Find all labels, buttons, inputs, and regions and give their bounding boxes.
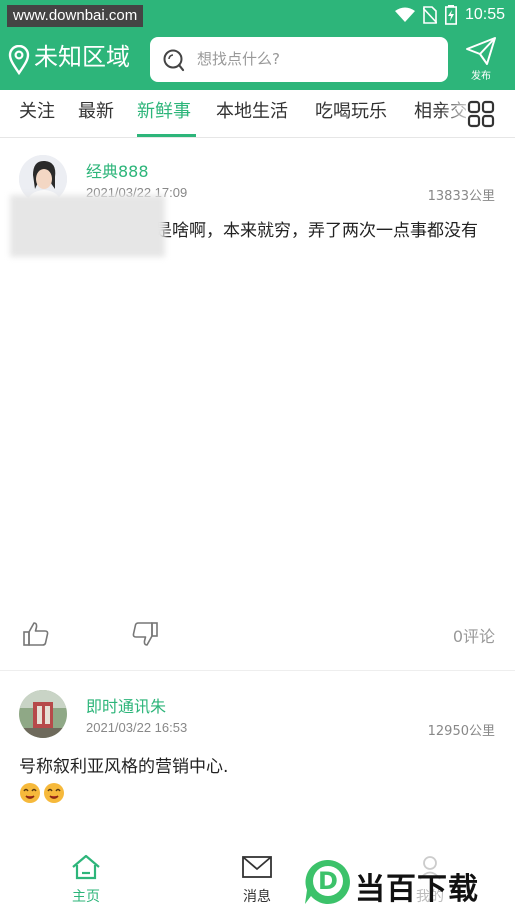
comments-count[interactable]: 0评论 bbox=[453, 623, 495, 647]
avatar[interactable] bbox=[19, 690, 67, 738]
nav-messages[interactable]: 消息 bbox=[227, 854, 287, 906]
emoji-row bbox=[19, 782, 65, 804]
brand-logo-icon: D bbox=[305, 859, 350, 904]
status-bar: www.downbai.com 10:55 bbox=[0, 0, 515, 30]
thumbs-down-icon[interactable] bbox=[131, 620, 159, 648]
location-pin-icon[interactable] bbox=[8, 45, 30, 75]
emoji-icon bbox=[20, 783, 40, 803]
no-sim-icon bbox=[422, 6, 437, 24]
brand-watermark: D 当百下载 bbox=[303, 858, 508, 908]
wifi-icon bbox=[394, 7, 415, 22]
grid-menu-icon[interactable] bbox=[466, 99, 496, 129]
emoji-icon bbox=[44, 783, 64, 803]
publish-label: 发布 bbox=[471, 71, 491, 82]
tab-latest[interactable]: 最新 bbox=[78, 99, 114, 125]
thumbs-up-icon[interactable] bbox=[22, 620, 50, 648]
blurred-overlay bbox=[10, 195, 165, 257]
nav-home[interactable]: 主页 bbox=[56, 854, 116, 906]
post-distance: 12950公里 bbox=[427, 724, 495, 739]
home-icon bbox=[72, 854, 100, 880]
search-icon bbox=[163, 49, 185, 72]
post-content[interactable]: 号称叙利亚风格的营销中心. bbox=[19, 752, 499, 782]
category-tabs: 关注 最新 新鲜事 本地生活 吃喝玩乐 相亲交友 bbox=[0, 90, 515, 138]
location-label[interactable]: 未知区域 bbox=[34, 40, 130, 74]
post-distance: 13833公里 bbox=[427, 189, 495, 204]
search-input[interactable]: 想找点什么? bbox=[150, 37, 448, 82]
mail-icon bbox=[242, 856, 272, 878]
watermark-url: www.downbai.com bbox=[7, 5, 144, 27]
tab-local-life[interactable]: 本地生活 bbox=[216, 99, 288, 125]
nav-home-label: 主页 bbox=[72, 889, 100, 905]
post-divider bbox=[0, 670, 515, 671]
post-username[interactable]: 即时通讯朱 bbox=[86, 693, 166, 717]
post-username[interactable]: 经典888 bbox=[86, 158, 149, 182]
post-time: 2021/03/22 16:53 bbox=[86, 720, 188, 735]
publish-button[interactable]: 发布 bbox=[456, 34, 506, 86]
nav-messages-label: 消息 bbox=[243, 889, 271, 905]
app-header: 未知区域 想找点什么? 发布 bbox=[0, 30, 515, 90]
tab-food-fun[interactable]: 吃喝玩乐 bbox=[315, 99, 387, 125]
avatar-image bbox=[19, 690, 67, 738]
search-placeholder: 想找点什么? bbox=[197, 50, 280, 68]
brand-text: 当百下载 bbox=[355, 872, 479, 907]
tab-fresh[interactable]: 新鲜事 bbox=[137, 99, 191, 125]
status-icons: 10:55 bbox=[394, 4, 505, 26]
brand-logo-letter: D bbox=[318, 867, 338, 895]
status-time: 10:55 bbox=[464, 6, 505, 23]
battery-icon bbox=[444, 5, 457, 25]
tab-follow[interactable]: 关注 bbox=[19, 99, 55, 125]
paper-plane-icon bbox=[466, 37, 496, 65]
active-tab-indicator bbox=[137, 134, 196, 137]
